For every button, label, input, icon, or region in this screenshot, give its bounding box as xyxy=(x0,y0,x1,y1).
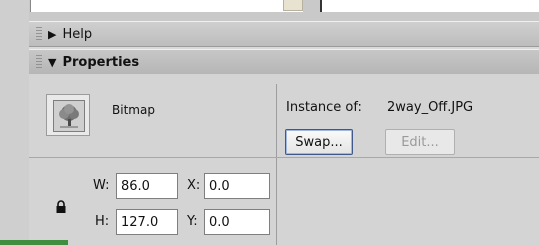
horizontal-divider xyxy=(29,157,539,158)
scroll-thumb[interactable] xyxy=(283,0,303,11)
drag-grip-icon[interactable] xyxy=(36,55,42,69)
instance-of-value: 2way_Off.JPG xyxy=(387,100,474,115)
vertical-divider xyxy=(276,84,277,245)
x-field[interactable]: 0.0 xyxy=(204,173,270,199)
properties-title: Properties xyxy=(62,54,140,70)
upper-panel-left xyxy=(30,0,303,12)
bitmap-thumbnail xyxy=(46,94,90,136)
help-panel-header[interactable]: ▶ Help xyxy=(29,21,539,47)
triangle-right-icon[interactable]: ▶ xyxy=(48,28,56,41)
height-field[interactable]: 127.0 xyxy=(116,209,178,235)
y-field[interactable]: 0.0 xyxy=(204,209,270,235)
drag-grip-icon[interactable] xyxy=(36,27,42,41)
width-field[interactable]: 86.0 xyxy=(116,173,178,199)
y-label: Y: xyxy=(187,214,198,229)
help-title: Help xyxy=(62,26,93,42)
upper-panel-right xyxy=(320,0,539,12)
swap-button[interactable]: Swap... xyxy=(285,129,353,155)
symbol-type-label: Bitmap xyxy=(112,103,155,117)
width-label: W: xyxy=(93,178,110,193)
properties-panel-header[interactable]: ▼ Properties xyxy=(29,49,539,75)
triangle-down-icon[interactable]: ▼ xyxy=(48,56,56,69)
lock-icon[interactable] xyxy=(55,200,67,214)
left-rail xyxy=(0,0,29,245)
status-tab xyxy=(0,240,68,245)
x-label: X: xyxy=(187,178,201,193)
height-label: H: xyxy=(95,214,110,229)
tree-bitmap-icon xyxy=(54,101,84,131)
instance-of-label: Instance of: xyxy=(286,100,362,115)
edit-button: Edit... xyxy=(385,129,455,155)
